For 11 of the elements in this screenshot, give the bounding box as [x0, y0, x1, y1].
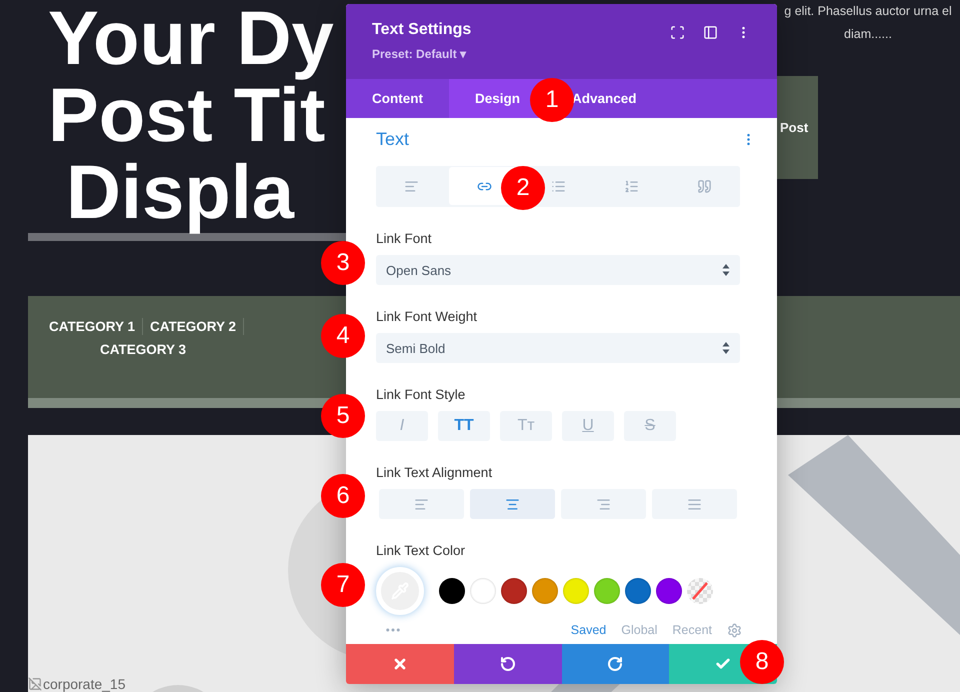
modal-title: Text Settings [372, 21, 472, 39]
post-excerpt: diam...... [844, 26, 892, 43]
post-excerpt: g elit. Phasellus auctor urna el [784, 3, 952, 20]
section-title: Text [376, 128, 410, 150]
field-label: Link Font Style [376, 387, 466, 402]
field-label: Link Font Weight [376, 309, 478, 324]
field-label: Link Font [376, 231, 433, 246]
image-alt-text: corporate_15 [43, 676, 126, 692]
field-label: Link Text Color [376, 543, 466, 558]
field-label: Link Text Alignment [376, 465, 494, 480]
step-callout-tooltip: 3 [321, 241, 365, 285]
